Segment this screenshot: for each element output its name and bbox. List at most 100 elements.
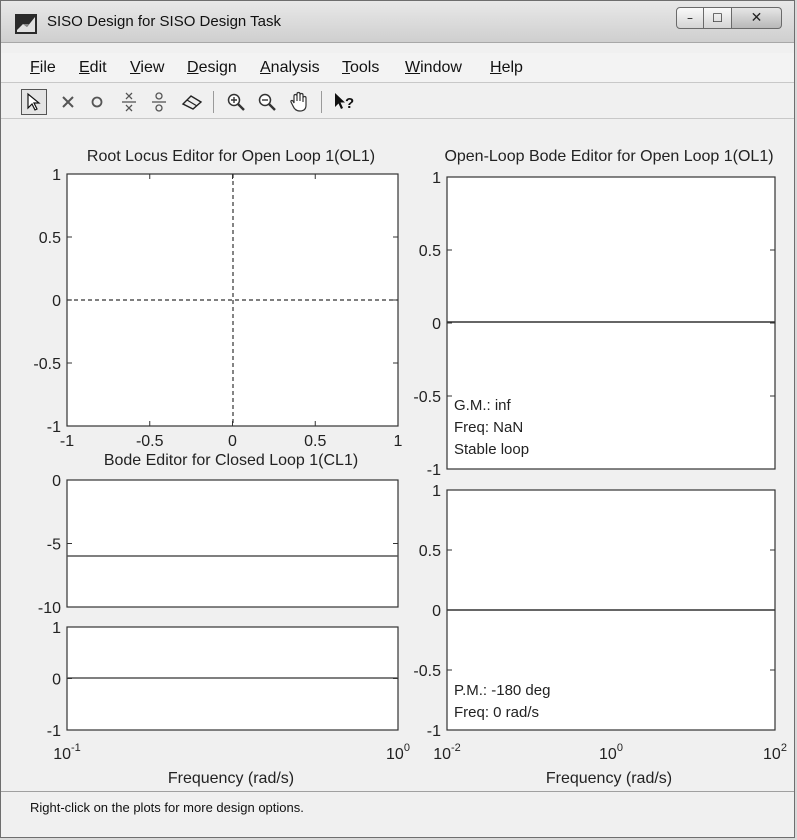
x-tick-base: 10 [599,746,617,763]
design-plots[interactable]: Root Locus Editor for Open Loop 1(OL1) 1… [1,119,796,791]
x-tick-base: 10 [386,746,404,763]
y-tick-label: -0.5 [413,663,441,680]
open-loop-bode-title: Open-Loop Bode Editor for Open Loop 1(OL… [444,148,773,165]
eraser-tool[interactable] [179,89,205,115]
add-zero-icon [152,92,166,112]
y-tick-label: 0.5 [419,543,441,560]
open-loop-x-ticks: 10-2 100 102 [433,742,787,763]
root-locus-title: Root Locus Editor for Open Loop 1(OL1) [87,148,375,165]
closed-loop-frequency-label: Frequency (rad/s) [168,770,294,787]
window-title: SISO Design for SISO Design Task [47,13,281,30]
menu-window[interactable]: Window [405,59,462,77]
open-loop-frequency-label: Frequency (rad/s) [546,770,672,787]
y-tick-label: 0.5 [39,230,61,247]
menu-design[interactable]: Design [187,59,237,77]
zoom-out-icon [258,93,276,111]
delete-tool[interactable] [55,89,81,115]
add-pole-icon [122,92,136,112]
minimize-button[interactable]: – [676,7,704,29]
x-tick-label: 100 [386,742,410,763]
x-tick-exponent: -1 [71,742,81,754]
pan-hand-icon [290,91,307,112]
x-tick-base: 10 [53,746,71,763]
y-tick-label: -1 [427,723,441,740]
x-tick-label: 100 [599,742,623,763]
gain-margin-label: G.M.: inf [454,397,512,414]
menu-view[interactable]: View [130,59,164,77]
add-zero-tool[interactable] [146,89,172,115]
x-tick-label: -0.5 [136,433,164,450]
x-tick-label: -1 [60,433,74,450]
x-tick-base: 10 [763,746,781,763]
eraser-icon [181,95,203,110]
toolbar-separator [213,91,214,113]
maximize-button[interactable]: ☐ [704,7,732,29]
gain-margin-frequency-label: Freq: NaN [454,419,523,436]
maximize-icon: ☐ [712,11,723,25]
x-tick-label: 102 [763,742,787,763]
y-tick-label: -5 [47,537,61,554]
x-tick-label: 1 [394,433,403,450]
select-arrow-tool[interactable] [21,89,47,115]
minimize-icon: – [687,11,693,25]
closed-loop-bode-title: Bode Editor for Closed Loop 1(CL1) [104,452,358,469]
y-tick-label: -1 [47,723,61,740]
y-tick-label: 1 [432,483,441,500]
menu-analysis[interactable]: Analysis [260,59,320,77]
close-button[interactable]: ✕ [732,7,782,29]
x-tick-exponent: -2 [451,742,461,754]
delete-x-icon [62,96,74,108]
whats-this-help-icon: ? [335,93,354,112]
y-tick-label: -0.5 [413,389,441,406]
pan-tool[interactable] [286,89,312,115]
menu-tools[interactable]: Tools [342,59,379,77]
x-tick-label: 0 [228,433,237,450]
y-tick-label: 0 [52,473,61,490]
zoom-in-icon [227,93,245,111]
phase-margin-frequency-label: Freq: 0 rad/s [454,704,539,721]
status-message: Right-click on the plots for more design… [30,800,304,815]
loop-stability-label: Stable loop [454,441,529,458]
select-arrow-icon [27,92,41,111]
status-bar: Right-click on the plots for more design… [1,791,794,837]
y-tick-label: 1 [52,620,61,637]
add-pole-tool[interactable] [116,89,142,115]
closed-loop-magnitude-axes[interactable] [66,479,399,608]
pole-tool[interactable] [84,89,110,115]
y-tick-label: 0.5 [419,243,441,260]
y-tick-label: -0.5 [33,356,61,373]
x-tick-label: 10-2 [433,742,461,763]
plot-area[interactable]: Root Locus Editor for Open Loop 1(OL1) 1… [1,119,794,791]
menu-help[interactable]: Help [490,59,523,77]
close-icon: ✕ [750,10,763,26]
y-tick-label: -10 [38,600,61,617]
siso-design-window: SISO Design for SISO Design Task – ☐ ✕ F… [0,0,795,838]
y-tick-label: 0 [432,316,441,333]
y-tick-label: 1 [432,170,441,187]
closed-loop-x-ticks: 10-1 100 [53,742,410,763]
title-bar[interactable]: SISO Design for SISO Design Task – ☐ ✕ [1,1,794,43]
phase-margin-label: P.M.: -180 deg [454,682,550,699]
y-tick-label: 0 [52,293,61,310]
menu-file[interactable]: File [30,59,56,77]
matlab-app-icon [15,14,37,34]
zoom-in-tool[interactable] [223,89,249,115]
zoom-out-tool[interactable] [254,89,280,115]
x-tick-label: 0.5 [304,433,326,450]
whats-this-help-tool[interactable]: ? [331,89,357,115]
menu-bar: File Edit View Design Analysis Tools Win… [1,53,794,83]
x-tick-exponent: 0 [404,742,410,754]
x-tick-exponent: 2 [781,742,787,754]
x-tick-label: 10-1 [53,742,81,763]
menu-edit[interactable]: Edit [79,59,107,77]
pole-circle-icon [91,96,103,108]
toolbar: ? [1,85,794,119]
svg-text:?: ? [345,95,354,112]
y-tick-label: 0 [52,672,61,689]
y-tick-label: 0 [432,603,441,620]
y-tick-label: -1 [427,462,441,479]
x-tick-base: 10 [433,746,451,763]
y-tick-label: 1 [52,167,61,184]
x-tick-exponent: 0 [617,742,623,754]
toolbar-separator [321,91,322,113]
